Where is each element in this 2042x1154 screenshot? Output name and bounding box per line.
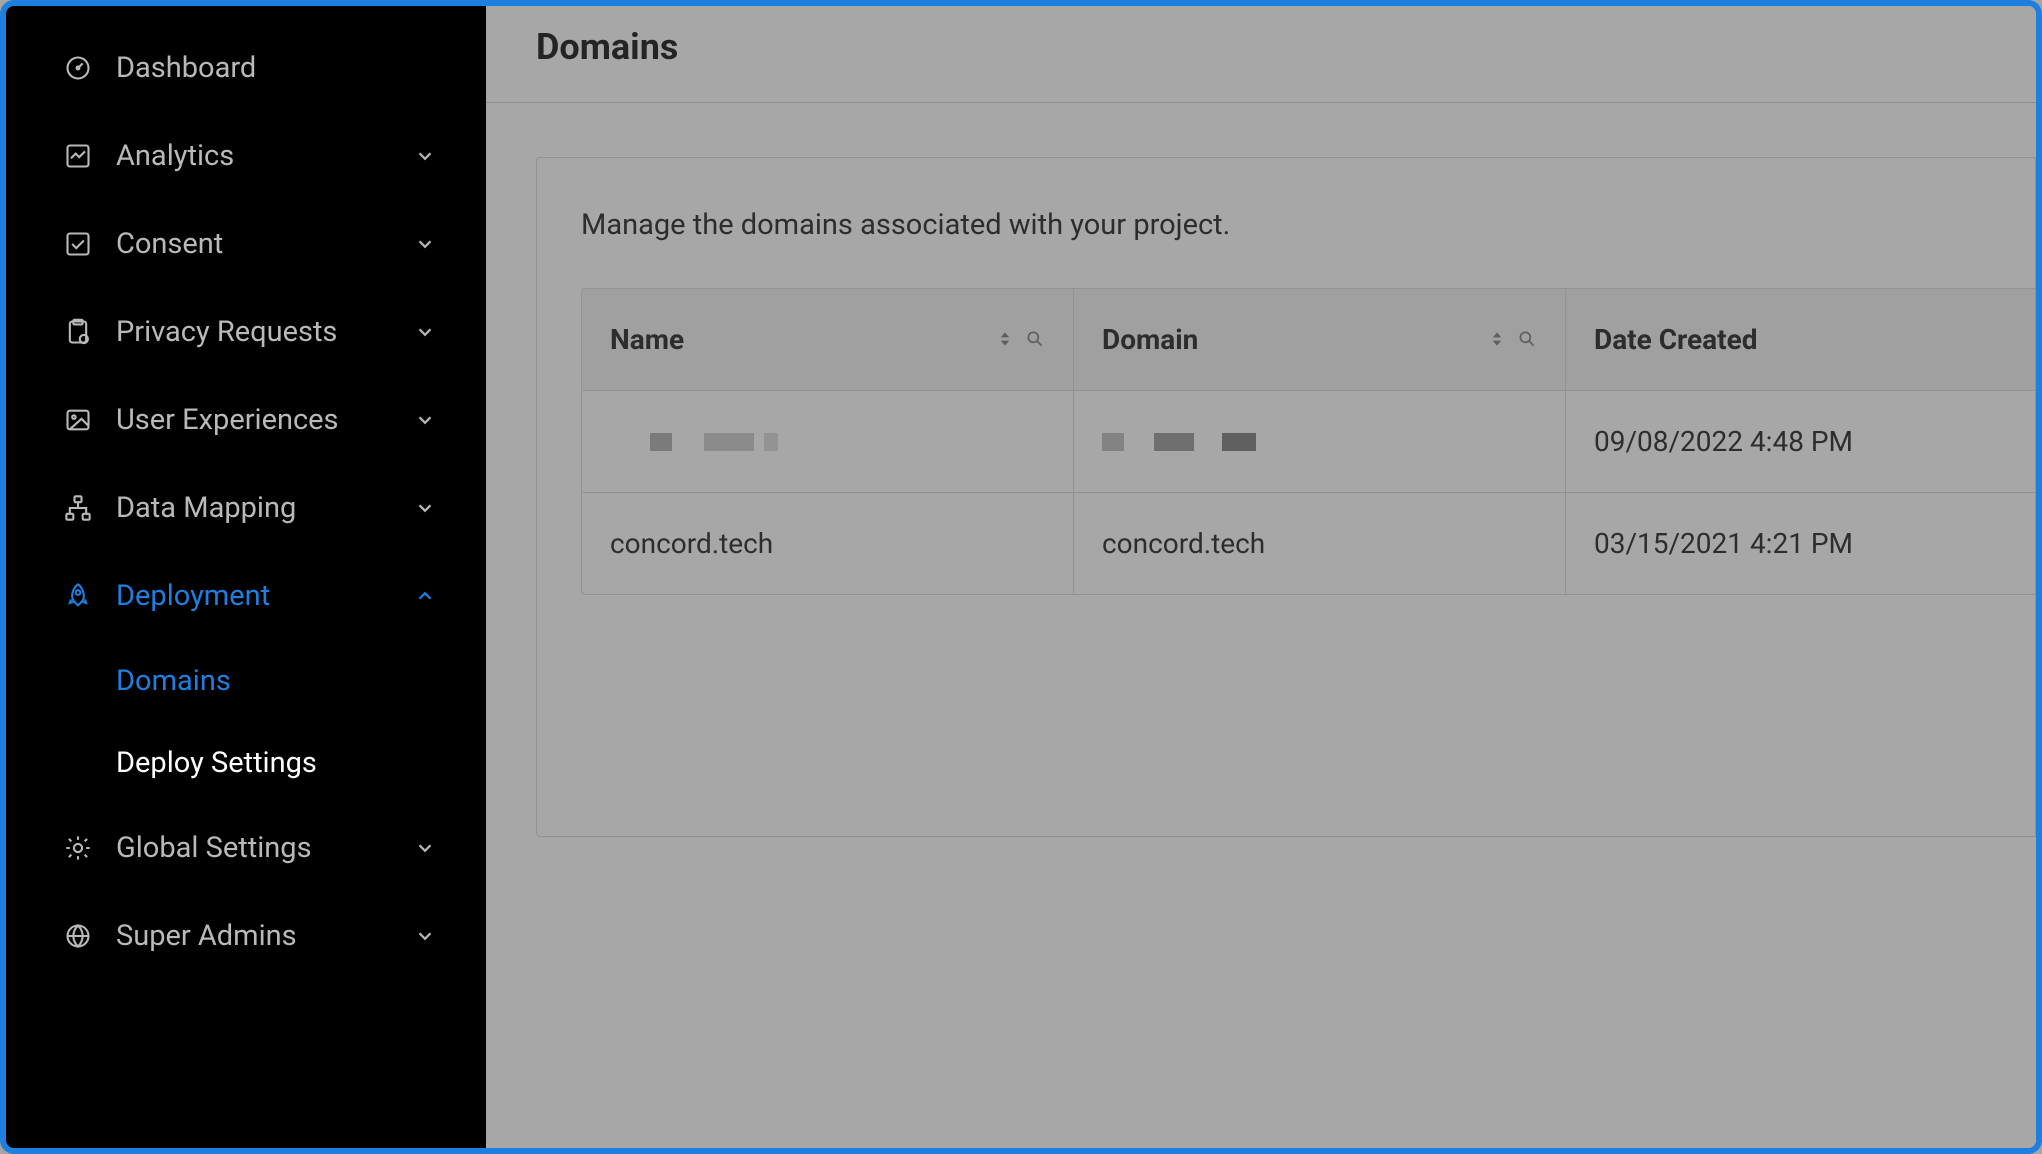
column-header-name[interactable]: Name xyxy=(582,289,1074,390)
cell-name xyxy=(582,391,1074,492)
sidebar-item-dashboard[interactable]: Dashboard xyxy=(6,24,486,112)
sidebar-item-super-admins[interactable]: Super Admins xyxy=(6,892,486,980)
table-row[interactable]: concord.tech concord.tech 03/15/2021 4:2… xyxy=(582,493,2035,594)
chevron-down-icon xyxy=(414,409,436,431)
cell-date: 03/15/2021 4:21 PM xyxy=(1566,493,2035,594)
sidebar-item-data-mapping[interactable]: Data Mapping xyxy=(6,464,486,552)
column-header-label: Name xyxy=(610,323,995,356)
sidebar-item-label: User Experiences xyxy=(116,403,414,437)
sidebar-subitem-domains[interactable]: Domains xyxy=(6,640,486,722)
main-content: Domains Manage the domains associated wi… xyxy=(486,6,2036,1148)
sidebar-item-deployment[interactable]: Deployment xyxy=(6,552,486,640)
sidebar-item-label: Data Mapping xyxy=(116,491,414,525)
app-frame: Dashboard Analytics Consent Privac xyxy=(0,0,2042,1154)
cell-domain xyxy=(1074,391,1566,492)
search-icon[interactable] xyxy=(1025,323,1045,356)
gauge-icon xyxy=(62,52,94,84)
chevron-down-icon xyxy=(414,497,436,519)
sidebar-item-privacy-requests[interactable]: Privacy Requests xyxy=(6,288,486,376)
chart-icon xyxy=(62,140,94,172)
chevron-down-icon xyxy=(414,837,436,859)
page-title: Domains xyxy=(536,18,2036,102)
cell-name: concord.tech xyxy=(582,493,1074,594)
sidebar-item-label: Privacy Requests xyxy=(116,315,414,349)
sidebar-item-label: Dashboard xyxy=(116,51,436,85)
column-header-label: Domain xyxy=(1102,323,1487,356)
sidebar-item-consent[interactable]: Consent xyxy=(6,200,486,288)
sidebar-item-label: Global Settings xyxy=(116,831,414,865)
gear-icon xyxy=(62,832,94,864)
domains-card: Manage the domains associated with your … xyxy=(536,157,2036,837)
search-icon[interactable] xyxy=(1517,323,1537,356)
sidebar-item-analytics[interactable]: Analytics xyxy=(6,112,486,200)
sidebar-item-user-experiences[interactable]: User Experiences xyxy=(6,376,486,464)
table-row[interactable]: 09/08/2022 4:48 PM xyxy=(582,391,2035,493)
rocket-icon xyxy=(62,580,94,612)
globe-icon xyxy=(62,920,94,952)
chevron-down-icon xyxy=(414,145,436,167)
sidebar-item-label: Super Admins xyxy=(116,919,414,953)
sidebar-subitem-label: Deploy Settings xyxy=(116,746,317,780)
sidebar-item-label: Analytics xyxy=(116,139,414,173)
table-header: Name Domain xyxy=(582,289,2035,391)
sidebar: Dashboard Analytics Consent Privac xyxy=(6,6,486,1148)
chevron-down-icon xyxy=(414,925,436,947)
chevron-down-icon xyxy=(414,233,436,255)
sidebar-item-label: Consent xyxy=(116,227,414,261)
column-header-date-created[interactable]: Date Created xyxy=(1566,289,2035,390)
redacted-content xyxy=(610,433,778,451)
sidebar-item-global-settings[interactable]: Global Settings xyxy=(6,804,486,892)
sidebar-subitem-deploy-settings[interactable]: Deploy Settings xyxy=(6,722,486,804)
checkbox-icon xyxy=(62,228,94,260)
clipboard-icon xyxy=(62,316,94,348)
card-description: Manage the domains associated with your … xyxy=(537,208,2035,288)
sidebar-subitem-label: Domains xyxy=(116,664,231,698)
chevron-down-icon xyxy=(414,321,436,343)
column-header-label: Date Created xyxy=(1594,323,2007,356)
sidebar-item-label: Deployment xyxy=(116,579,414,613)
redacted-content xyxy=(1102,433,1256,451)
cell-domain: concord.tech xyxy=(1074,493,1566,594)
sort-icon[interactable] xyxy=(995,323,1015,356)
image-icon xyxy=(62,404,94,436)
chevron-up-icon xyxy=(414,585,436,607)
cell-date: 09/08/2022 4:48 PM xyxy=(1566,391,2035,492)
column-header-domain[interactable]: Domain xyxy=(1074,289,1566,390)
sitemap-icon xyxy=(62,492,94,524)
divider xyxy=(486,102,2036,103)
domains-table: Name Domain xyxy=(581,288,2035,595)
sort-icon[interactable] xyxy=(1487,323,1507,356)
